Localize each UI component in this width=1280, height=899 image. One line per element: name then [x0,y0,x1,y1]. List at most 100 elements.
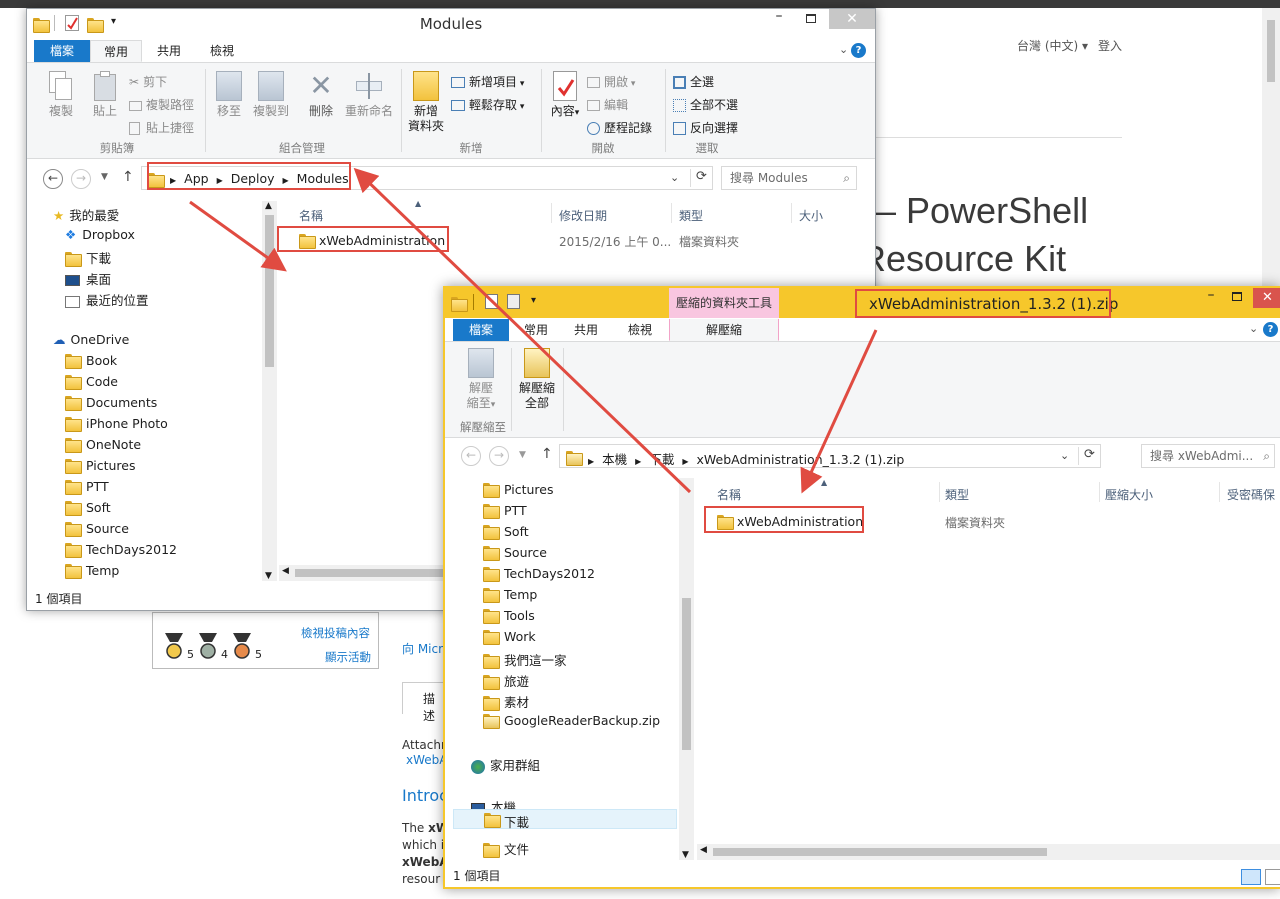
nav-documents[interactable]: 文件 [483,839,529,858]
nav-onenote[interactable]: OneNote [65,437,141,453]
refresh-icon[interactable]: ⟳ [690,169,712,187]
maximize-button[interactable] [1223,288,1251,308]
tab-home[interactable]: 常用 [513,319,559,341]
paste-button[interactable]: 貼上 [85,71,125,119]
column-header-name[interactable]: 名稱 [299,207,323,224]
nav-ptt[interactable]: PTT [483,503,527,519]
copy-to-button[interactable]: 複製到 [249,71,293,119]
nav-travel[interactable]: 旅遊 [483,671,529,690]
back-button[interactable]: ← [43,169,63,189]
easy-access-button[interactable]: 輕鬆存取 ▾ [451,96,524,113]
nav-code[interactable]: Code [65,374,118,390]
close-button[interactable]: ✕ [829,9,875,29]
nav-downloads[interactable]: 下載 [65,248,111,267]
description-tab[interactable]: 描述 [402,682,446,723]
recent-locations-icon[interactable]: ▼ [519,450,526,460]
chevron-down-icon[interactable]: ⌄ [670,171,679,184]
nav-book[interactable]: Book [65,353,117,369]
address-bar[interactable]: ▶ 本機 ▶ 下載 ▶ xWebAdministration_1.3.2 (1).zip … [559,444,1101,468]
new-folder-button[interactable]: 新增 資料夾 [405,71,447,134]
tab-extract[interactable]: 解壓縮 [669,319,779,341]
new-item-button[interactable]: 新增項目 ▾ [451,73,524,90]
breadcrumb-zip[interactable]: xWebAdministration_1.3.2 (1).zip [697,452,905,467]
column-header-compressed-size[interactable]: 壓縮大小 [1105,486,1153,503]
nav-temp[interactable]: Temp [483,587,537,603]
view-contributions-link[interactable]: 檢視投稿內容 [301,625,370,641]
nav-desktop[interactable]: 桌面 [65,269,111,288]
nav-work[interactable]: Work [483,629,536,645]
forward-button[interactable]: → [489,446,509,466]
new-folder-quick-icon[interactable] [507,294,520,309]
chevron-down-icon[interactable]: ▾ [531,295,536,306]
rename-button[interactable]: 重新命名 [343,71,395,119]
tab-share[interactable]: 共用 [563,319,609,341]
nav-family[interactable]: 我們這一家 [483,650,567,669]
tab-home[interactable]: 常用 [90,40,142,62]
nav-pictures[interactable]: Pictures [483,482,554,498]
show-activity-link[interactable]: 顯示活動 [325,649,371,665]
invert-selection-button[interactable]: 反向選擇 [673,119,738,136]
select-all-button[interactable]: 全選 [673,73,714,90]
nav-scrollbar[interactable]: ▼ [679,478,694,860]
favorites-node[interactable]: ★ 我的最愛 [53,205,119,224]
column-header-size[interactable]: 大小 [799,207,823,224]
details-view-icon[interactable] [1241,869,1261,885]
nav-soft[interactable]: Soft [483,524,529,540]
help-icon[interactable]: ? [1263,322,1278,337]
copy-button[interactable]: 複製 [41,71,81,119]
properties-quick-icon[interactable] [485,294,498,309]
maximize-button[interactable] [797,9,825,29]
nav-techdays[interactable]: TechDays2012 [483,566,595,582]
large-icons-view-icon[interactable] [1265,869,1280,885]
nav-ptt[interactable]: PTT [65,479,109,495]
nav-source[interactable]: Source [483,545,547,561]
page-scrollbar[interactable] [1262,8,1280,298]
history-button[interactable]: 歷程記錄 [587,119,652,136]
back-button[interactable]: ← [461,446,481,466]
extract-all-button[interactable]: 解壓縮 全部 [515,348,559,411]
nav-material[interactable]: 素材 [483,692,529,711]
breadcrumb-this-pc[interactable]: 本機 [602,452,627,467]
nav-temp[interactable]: Temp [65,563,119,579]
horizontal-scrollbar[interactable]: ◀ [279,565,459,581]
up-icon[interactable]: ↑ [541,446,553,462]
close-button[interactable]: ✕ [1253,288,1280,308]
minimize-button[interactable]: – [765,9,793,29]
column-header-type[interactable]: 類型 [679,207,703,224]
search-input[interactable]: 搜尋 xWebAdmi... ⌕ [1141,444,1275,468]
horizontal-scrollbar[interactable]: ◀ [697,844,1280,860]
delete-button[interactable]: ✕ 刪除 [303,71,339,119]
nav-scrollbar[interactable]: ▲ ▼ [262,201,277,581]
copy-path-button[interactable]: 複製路徑 [129,96,194,113]
nav-recent[interactable]: 最近的位置 [65,290,149,309]
forward-button[interactable]: → [71,169,91,189]
onedrive-node[interactable]: ☁ OneDrive [53,332,129,347]
recent-locations-icon[interactable]: ▼ [101,172,108,182]
chevron-down-icon[interactable]: ⌄ [1060,449,1069,462]
edit-button[interactable]: 編輯 [587,96,628,113]
column-header-password[interactable]: 受密碼保 [1227,486,1275,503]
tab-view[interactable]: 檢視 [617,319,663,341]
column-header-type[interactable]: 類型 [945,486,969,503]
column-header-name[interactable]: 名稱 [717,486,741,503]
xweb-link-fragment[interactable]: xWebA [406,753,447,767]
column-header-date[interactable]: 修改日期 [559,207,607,224]
select-none-button[interactable]: 全部不選 [673,96,738,113]
tab-view[interactable]: 檢視 [198,40,246,62]
paste-shortcut-button[interactable]: 貼上捷徑 [129,119,194,136]
nav-techdays[interactable]: TechDays2012 [65,542,177,558]
ask-microsoft-fragment[interactable]: 向 Micr [402,640,443,657]
tab-share[interactable]: 共用 [145,40,193,62]
signin-link[interactable]: 登入 [1098,37,1122,54]
nav-pictures[interactable]: Pictures [65,458,136,474]
language-selector[interactable]: 台灣 (中文) ▾ [1017,37,1088,54]
minimize-button[interactable]: – [1197,288,1225,308]
help-icon[interactable]: ? [851,43,866,58]
nav-googlereader-zip[interactable]: GoogleReaderBackup.zip [483,713,660,729]
nav-downloads-selected[interactable]: 下載 [453,809,677,830]
homegroup-node[interactable]: 家用群組 [471,755,540,774]
nav-dropbox[interactable]: ❖ Dropbox [65,227,135,242]
chevron-down-icon[interactable]: ⌄ [1249,322,1258,335]
properties-button[interactable]: 內容▾ [545,71,585,121]
nav-soft[interactable]: Soft [65,500,111,516]
